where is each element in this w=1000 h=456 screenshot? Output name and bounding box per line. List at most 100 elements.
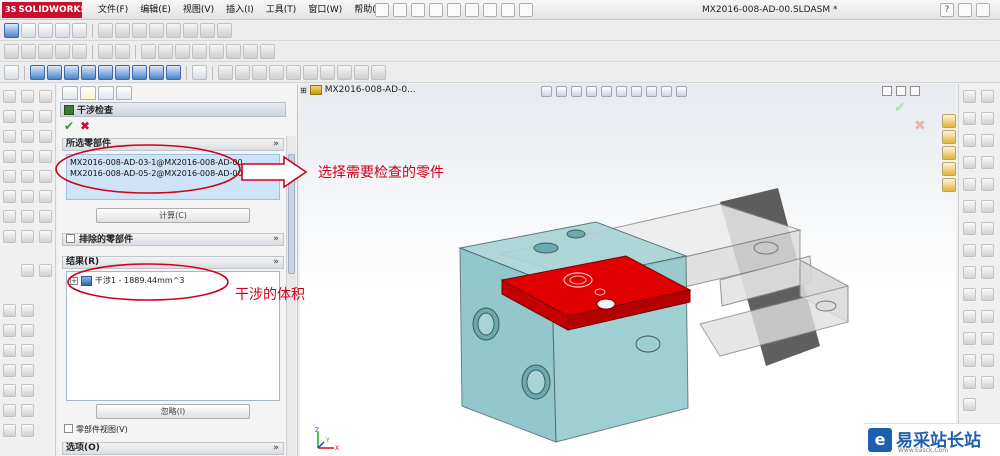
right-tool-7-icon[interactable] <box>963 156 976 169</box>
options-header[interactable]: 选项(O) » <box>62 442 284 455</box>
strip-tool-15-icon[interactable] <box>39 170 52 183</box>
strip-tool-7-icon[interactable] <box>3 130 16 143</box>
excluded-components-header[interactable]: 排除的零部件 » <box>62 233 284 246</box>
strip-tool-11-icon[interactable] <box>21 150 34 163</box>
property-manager-tab-icon[interactable] <box>80 86 96 100</box>
rebuild-icon[interactable] <box>483 3 497 17</box>
right-tool-12-icon[interactable] <box>981 200 994 213</box>
strip-tool-10-icon[interactable] <box>3 150 16 163</box>
pattern-icon[interactable] <box>337 65 352 80</box>
view-top-icon[interactable] <box>115 23 130 38</box>
results-header[interactable]: 结果(R) » <box>62 256 284 269</box>
right-tool-23-icon[interactable] <box>963 332 976 345</box>
open-icon[interactable] <box>393 3 407 17</box>
design-library-icon[interactable] <box>942 114 956 128</box>
minimize-icon[interactable] <box>958 3 972 17</box>
view-palette-icon[interactable] <box>942 146 956 160</box>
selected-components-header[interactable]: 所选零部件 » <box>62 138 284 151</box>
display-manager-tab-icon[interactable] <box>116 86 132 100</box>
view-orientation-8-icon[interactable] <box>149 65 164 80</box>
shaded-icon[interactable] <box>200 23 215 38</box>
options-icon[interactable] <box>519 3 533 17</box>
strip-tool-5-icon[interactable] <box>21 110 34 123</box>
component-view-option[interactable]: 零部件视图(V) <box>64 424 128 435</box>
menu-insert[interactable]: 插入(I) <box>220 0 260 20</box>
strip-tool-12-icon[interactable] <box>39 150 52 163</box>
right-tool-9-icon[interactable] <box>963 178 976 191</box>
view-orientation-4-icon[interactable] <box>81 65 96 80</box>
zoom-to-fit-icon[interactable] <box>21 23 36 38</box>
strip-tool-9-icon[interactable] <box>39 130 52 143</box>
excluded-components-checkbox[interactable] <box>66 234 75 243</box>
strip-tool-35-icon[interactable] <box>3 384 16 397</box>
loft-icon[interactable] <box>269 65 284 80</box>
list-item[interactable]: MX2016-008-AD-03-1@MX2016-008-AD-00 <box>70 157 276 168</box>
right-tool-3-icon[interactable] <box>963 112 976 125</box>
right-tool-1-icon[interactable] <box>963 90 976 103</box>
strip-tool-34-icon[interactable] <box>21 364 34 377</box>
strip-tool-19-icon[interactable] <box>3 210 16 223</box>
zoom-area-icon[interactable] <box>38 23 53 38</box>
right-tool-14-icon[interactable] <box>981 222 994 235</box>
right-tool-13-icon[interactable] <box>963 222 976 235</box>
new-document-icon[interactable] <box>375 3 389 17</box>
strip-tool-30-icon[interactable] <box>21 324 34 337</box>
assembly-model[interactable] <box>300 84 956 456</box>
help-icon[interactable]: ? <box>940 3 954 17</box>
feature-manager-tab-icon[interactable] <box>62 86 78 100</box>
selected-components-list[interactable]: MX2016-008-AD-03-1@MX2016-008-AD-00 MX20… <box>66 154 280 200</box>
rotate-view-icon[interactable] <box>55 23 70 38</box>
teal-block[interactable] <box>458 221 689 443</box>
solidworks-logo[interactable]: 3S SOLIDWORKS <box>2 2 82 18</box>
menu-file[interactable]: 文件(F) <box>92 0 134 20</box>
move-component-icon[interactable] <box>175 44 190 59</box>
strip-tool-31-icon[interactable] <box>3 344 16 357</box>
menu-edit[interactable]: 编辑(E) <box>134 0 177 20</box>
file-properties-icon[interactable] <box>501 3 515 17</box>
right-tool-18-icon[interactable] <box>981 266 994 279</box>
strip-tool-16-icon[interactable] <box>3 190 16 203</box>
calculate-button[interactable]: 计算(C) <box>96 208 250 223</box>
view-orientation-7-icon[interactable] <box>132 65 147 80</box>
menu-view[interactable]: 视图(V) <box>177 0 220 20</box>
right-tool-15-icon[interactable] <box>963 244 976 257</box>
strip-tool-28-icon[interactable] <box>21 304 34 317</box>
pan-icon[interactable] <box>72 23 87 38</box>
strip-tool-14-icon[interactable] <box>21 170 34 183</box>
view-orientation-5-icon[interactable] <box>98 65 113 80</box>
strip-tool-21-icon[interactable] <box>39 210 52 223</box>
view-orientation-9-icon[interactable] <box>166 65 181 80</box>
revolve-icon[interactable] <box>235 65 250 80</box>
strip-tool-23-icon[interactable] <box>21 230 34 243</box>
strip-tool-29-icon[interactable] <box>3 324 16 337</box>
right-tool-2-icon[interactable] <box>981 90 994 103</box>
rotate-component-icon[interactable] <box>192 44 207 59</box>
reference-geometry-icon[interactable] <box>260 44 275 59</box>
hole-wizard-icon[interactable] <box>371 65 386 80</box>
close-icon[interactable] <box>976 3 990 17</box>
display-style-icon[interactable] <box>166 23 181 38</box>
strip-tool-40-icon[interactable] <box>21 424 34 437</box>
right-tool-20-icon[interactable] <box>981 288 994 301</box>
strip-tool-13-icon[interactable] <box>3 170 16 183</box>
smart-dimension-icon[interactable] <box>4 23 19 38</box>
right-tool-11-icon[interactable] <box>963 200 976 213</box>
right-tool-29-icon[interactable] <box>963 398 976 411</box>
exploded-view-icon[interactable] <box>226 44 241 59</box>
anchor-icon[interactable] <box>4 65 19 80</box>
print-file-icon[interactable] <box>55 44 70 59</box>
strip-tool-26-icon[interactable] <box>39 264 52 277</box>
component-view-checkbox[interactable] <box>64 424 73 433</box>
scrollbar-thumb[interactable] <box>288 154 295 274</box>
right-tool-27-icon[interactable] <box>963 376 976 389</box>
right-tool-19-icon[interactable] <box>963 288 976 301</box>
rebuild-model-icon[interactable] <box>115 44 130 59</box>
collapse-icon[interactable]: » <box>273 257 279 268</box>
list-item[interactable]: + 干涉1 - 1889.44mm^3 <box>70 275 185 286</box>
right-tool-10-icon[interactable] <box>981 178 994 191</box>
hidden-lines-icon[interactable] <box>183 23 198 38</box>
strip-tool-36-icon[interactable] <box>21 384 34 397</box>
view-orientation-1-icon[interactable] <box>30 65 45 80</box>
smart-fasteners-icon[interactable] <box>209 44 224 59</box>
undo-icon[interactable] <box>447 3 461 17</box>
